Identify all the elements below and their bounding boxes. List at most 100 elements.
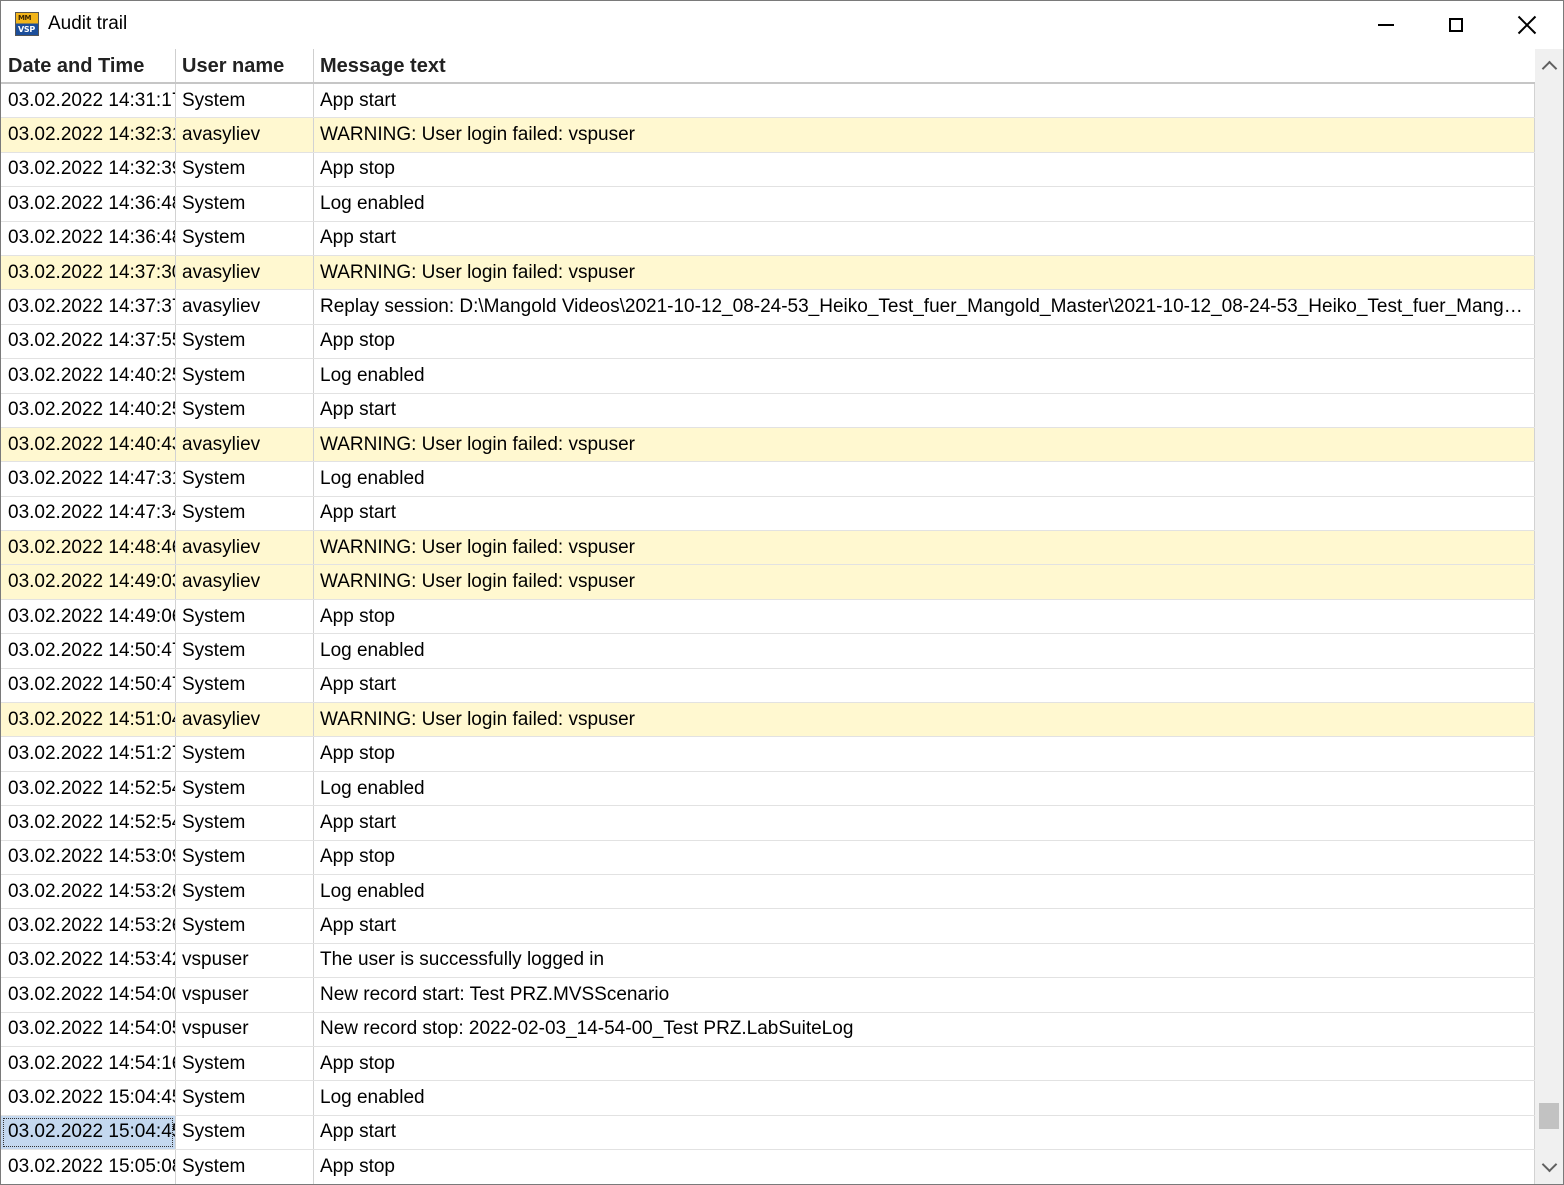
table-row[interactable]: 03.02.2022 14:49:03 avasyliev WARNING: Use… xyxy=(1,565,1535,600)
table-row[interactable]: 03.02.2022 14:40:25 System Log enabled xyxy=(1,359,1535,394)
cell-message[interactable]: App stop xyxy=(314,840,1535,874)
cell-user[interactable]: vspuser xyxy=(176,943,314,978)
table-row[interactable]: 03.02.2022 14:37:55 System App stop xyxy=(1,324,1535,360)
cell-user[interactable]: vspuser xyxy=(176,978,314,1012)
table-row[interactable]: 03.02.2022 15:04:45 System App start xyxy=(1,1115,1535,1151)
maximize-button[interactable] xyxy=(1421,1,1491,49)
scroll-up-button[interactable] xyxy=(1535,51,1563,81)
cell-message[interactable]: App start xyxy=(314,393,1535,427)
table-row[interactable]: 03.02.2022 14:47:34 System App start xyxy=(1,496,1535,532)
cell-message[interactable]: WARNING: User login failed: vspuser xyxy=(314,565,1535,599)
cell-user[interactable]: System xyxy=(176,1046,314,1081)
cell-user[interactable]: System xyxy=(176,668,314,703)
cell-user[interactable]: System xyxy=(176,599,314,634)
cell-message[interactable]: App start xyxy=(314,496,1535,531)
title-bar[interactable]: MM VSP Audit trail xyxy=(1,1,1563,49)
cell-date[interactable]: 03.02.2022 14:49:06 xyxy=(1,599,176,634)
table-row[interactable]: 03.02.2022 14:53:26 System App start xyxy=(1,909,1535,944)
cell-message[interactable]: App start xyxy=(314,84,1535,118)
vertical-scrollbar[interactable] xyxy=(1535,49,1563,1184)
table-row[interactable]: 03.02.2022 14:54:00 vspuser New record sta… xyxy=(1,978,1535,1013)
cell-message[interactable]: Log enabled xyxy=(314,187,1535,221)
cell-message[interactable]: App start xyxy=(314,221,1535,255)
cell-user[interactable]: avasyliev xyxy=(176,255,314,290)
cell-user[interactable]: avasyliev xyxy=(176,531,314,565)
table-row[interactable]: 03.02.2022 14:50:47 System Log enabled xyxy=(1,634,1535,669)
cell-date[interactable]: 03.02.2022 14:32:39 xyxy=(1,152,176,187)
table-row[interactable]: 03.02.2022 14:49:06 System App stop xyxy=(1,599,1535,635)
cell-message[interactable]: Log enabled xyxy=(314,634,1535,668)
table-row[interactable]: 03.02.2022 14:50:47 System App start xyxy=(1,668,1535,704)
cell-user[interactable]: System xyxy=(176,634,314,668)
cell-date[interactable]: 03.02.2022 14:36:48 xyxy=(1,187,176,221)
cell-user[interactable]: System xyxy=(176,909,314,943)
cell-message[interactable]: WARNING: User login failed: vspuser xyxy=(314,118,1535,152)
cell-message[interactable]: App stop xyxy=(314,324,1535,359)
cell-date[interactable]: 03.02.2022 14:50:47 xyxy=(1,668,176,703)
cell-message[interactable]: App start xyxy=(314,909,1535,943)
cell-date[interactable]: 03.02.2022 15:04:45 xyxy=(1,1081,176,1115)
cell-message[interactable]: WARNING: User login failed: vspuser xyxy=(314,531,1535,565)
cell-message[interactable]: App stop xyxy=(314,1150,1535,1184)
cell-date[interactable]: 03.02.2022 14:52:54 xyxy=(1,806,176,840)
table-row[interactable]: 03.02.2022 14:54:16 System App stop xyxy=(1,1046,1535,1082)
table-row[interactable]: 03.02.2022 14:47:31 System Log enabled xyxy=(1,462,1535,497)
column-header-message[interactable]: Message text xyxy=(314,49,1535,82)
cell-date[interactable]: 03.02.2022 14:40:25 xyxy=(1,359,176,393)
cell-user[interactable]: System xyxy=(176,462,314,496)
cell-message[interactable]: Log enabled xyxy=(314,1081,1535,1115)
cell-date[interactable]: 03.02.2022 14:40:43 xyxy=(1,427,176,462)
cell-message[interactable]: Replay session: D:\Mangold Videos\2021-1… xyxy=(314,290,1535,324)
cell-message[interactable]: WARNING: User login failed: vspuser xyxy=(314,703,1535,737)
cell-message[interactable]: App stop xyxy=(314,599,1535,634)
cell-user[interactable]: avasyliev xyxy=(176,118,314,152)
table-row[interactable]: 03.02.2022 14:53:26 System Log enabled xyxy=(1,874,1535,910)
table-row[interactable]: 03.02.2022 14:48:46 avasyliev WARNING: Use… xyxy=(1,531,1535,566)
cell-date[interactable]: 03.02.2022 15:05:08 xyxy=(1,1150,176,1184)
scrollbar-thumb[interactable] xyxy=(1539,1103,1559,1129)
cell-message[interactable]: WARNING: User login failed: vspuser xyxy=(314,427,1535,462)
table-row[interactable]: 03.02.2022 14:52:54 System Log enabled xyxy=(1,771,1535,807)
column-header-user[interactable]: User name xyxy=(176,49,314,82)
cell-date[interactable]: 03.02.2022 14:37:37 xyxy=(1,290,176,324)
table-row[interactable]: 03.02.2022 14:31:17 System App start xyxy=(1,84,1535,119)
cell-date[interactable]: 03.02.2022 14:53:09 xyxy=(1,840,176,874)
cell-user[interactable]: System xyxy=(176,324,314,359)
cell-message[interactable]: App stop xyxy=(314,1046,1535,1081)
cell-date[interactable]: 03.02.2022 14:53:42 xyxy=(1,943,176,978)
table-row[interactable]: 03.02.2022 14:32:31 avasyliev WARNING: Use… xyxy=(1,118,1535,153)
table-row[interactable]: 03.02.2022 14:36:48 System Log enabled xyxy=(1,187,1535,222)
cell-date[interactable]: 03.02.2022 14:47:34 xyxy=(1,496,176,531)
cell-date[interactable]: 03.02.2022 14:40:25 xyxy=(1,393,176,427)
cell-date[interactable]: 03.02.2022 14:54:16 xyxy=(1,1046,176,1081)
cell-user[interactable]: System xyxy=(176,771,314,806)
cell-user[interactable]: System xyxy=(176,152,314,187)
cell-message[interactable]: WARNING: User login failed: vspuser xyxy=(314,255,1535,290)
cell-user[interactable]: avasyliev xyxy=(176,703,314,737)
cell-date[interactable]: 03.02.2022 14:53:26 xyxy=(1,909,176,943)
cell-date[interactable]: 03.02.2022 14:31:17 xyxy=(1,84,176,118)
table-row[interactable]: 03.02.2022 14:51:04 avasyliev WARNING: Use… xyxy=(1,703,1535,738)
cell-date[interactable]: 03.02.2022 14:49:03 xyxy=(1,565,176,599)
column-header-date[interactable]: Date and Time xyxy=(1,49,176,82)
minimize-button[interactable] xyxy=(1351,1,1421,49)
cell-message[interactable]: The user is successfully logged in xyxy=(314,943,1535,978)
cell-message[interactable]: App start xyxy=(314,1115,1535,1150)
cell-user[interactable]: System xyxy=(176,806,314,840)
cell-user[interactable]: avasyliev xyxy=(176,427,314,462)
table-row[interactable]: 03.02.2022 14:51:27 System App stop xyxy=(1,737,1535,772)
audit-grid[interactable]: Date and Time User name Message text 03.… xyxy=(1,49,1535,1184)
cell-message[interactable]: App stop xyxy=(314,737,1535,771)
close-button[interactable] xyxy=(1492,1,1562,49)
table-row[interactable]: 03.02.2022 14:52:54 System App start xyxy=(1,806,1535,841)
cell-date[interactable]: 03.02.2022 14:53:26 xyxy=(1,874,176,909)
cell-date[interactable]: 03.02.2022 14:37:30 xyxy=(1,255,176,290)
cell-message[interactable]: New record stop: 2022-02-03_14-54-00_Tes… xyxy=(314,1012,1535,1046)
cell-user[interactable]: System xyxy=(176,496,314,531)
cell-user[interactable]: avasyliev xyxy=(176,565,314,599)
cell-date[interactable]: 03.02.2022 14:48:46 xyxy=(1,531,176,565)
cell-message[interactable]: App start xyxy=(314,668,1535,703)
cell-date[interactable]: 03.02.2022 14:52:54 xyxy=(1,771,176,806)
cell-message[interactable]: App start xyxy=(314,806,1535,840)
cell-user[interactable]: vspuser xyxy=(176,1012,314,1046)
